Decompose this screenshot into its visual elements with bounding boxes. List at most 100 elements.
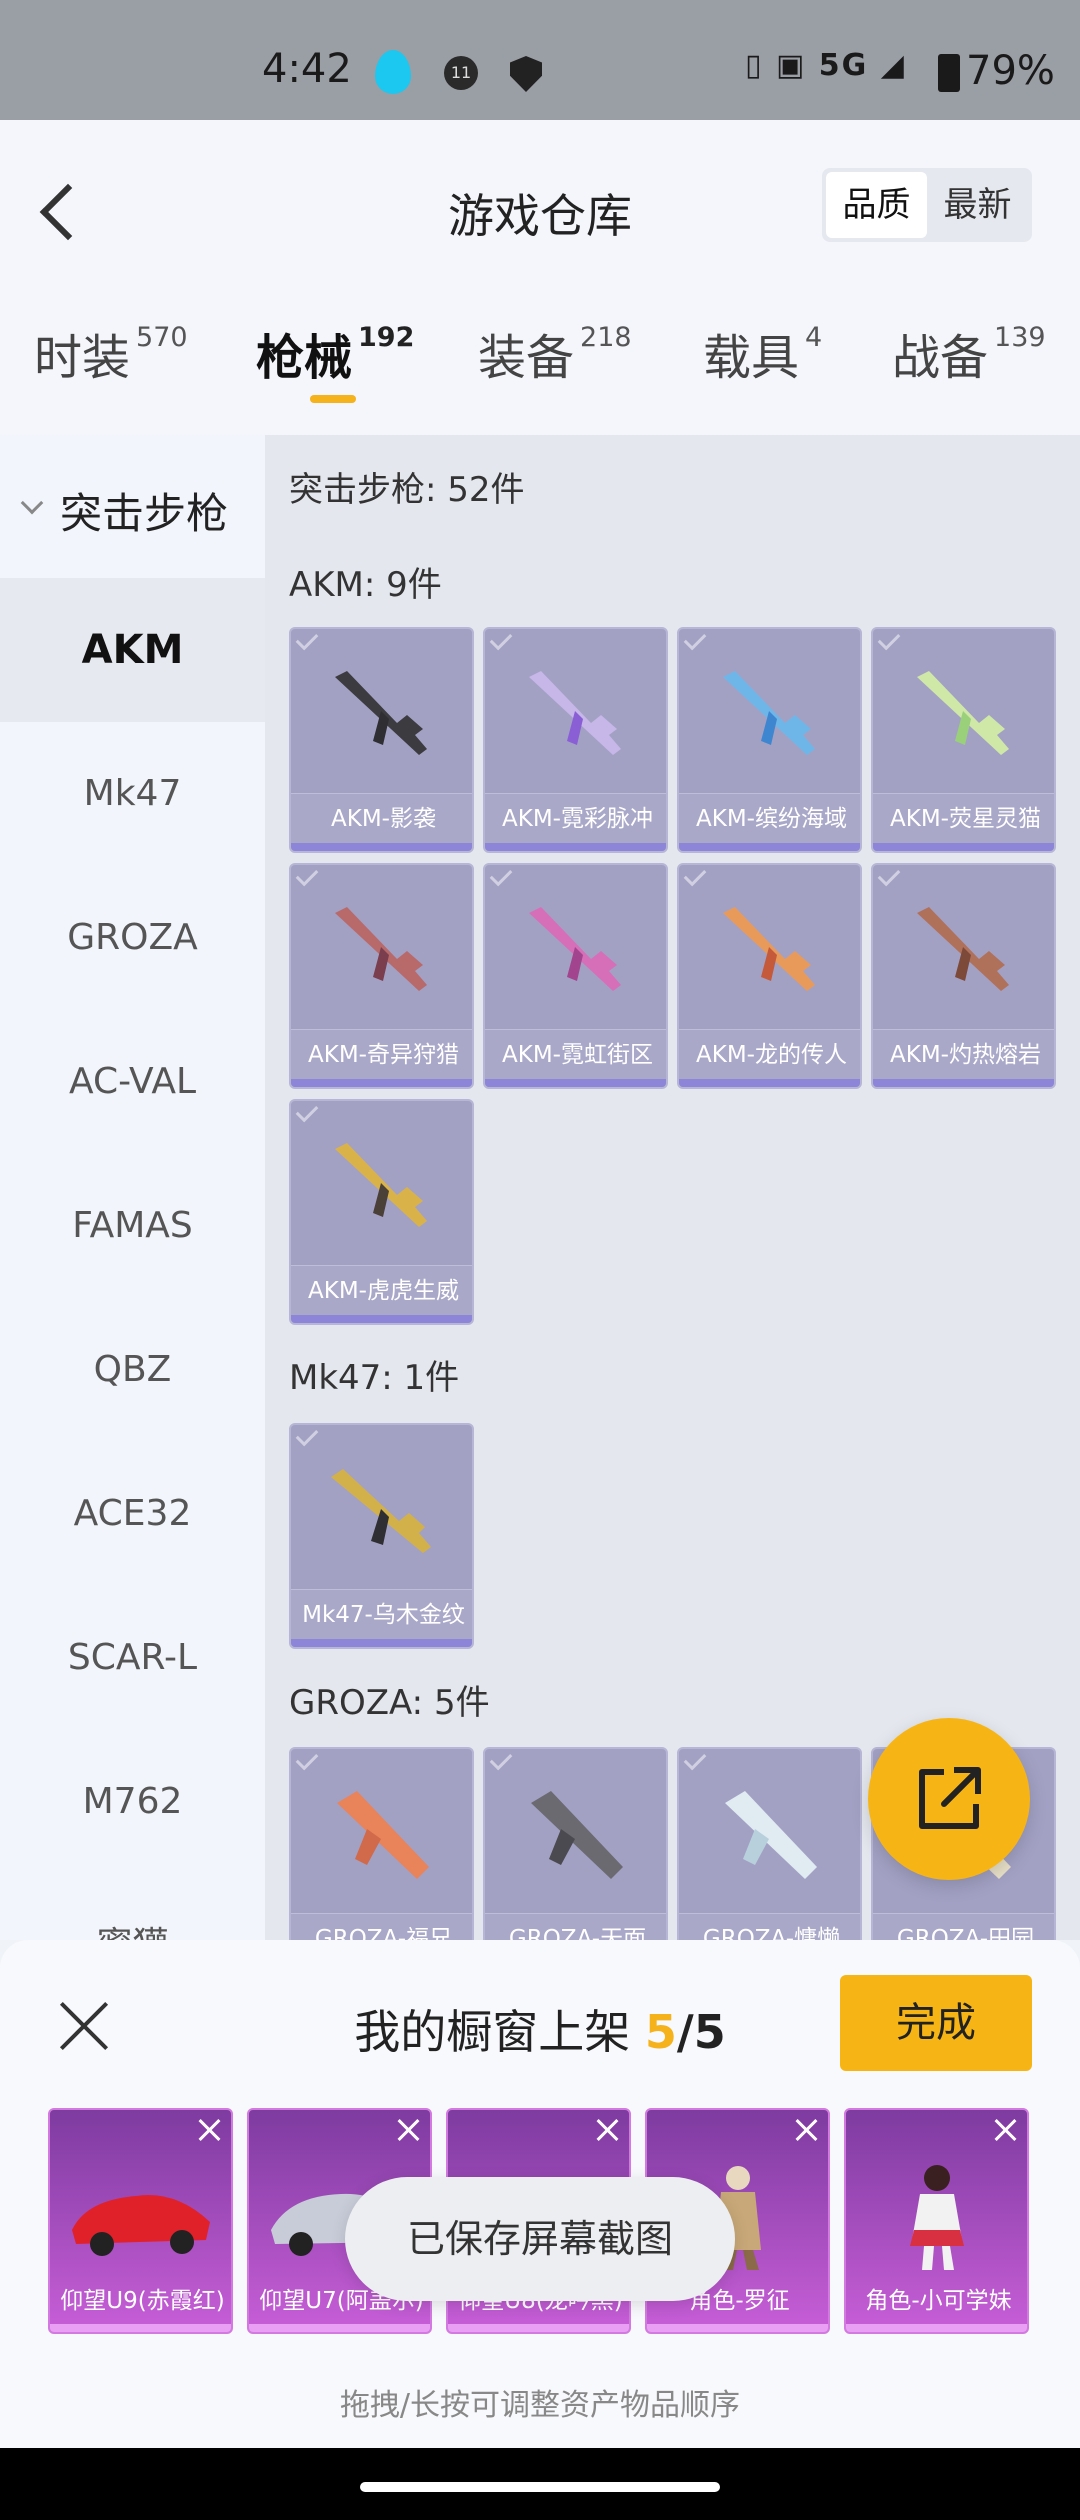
check-icon: [489, 865, 513, 887]
sidebar-item-qbz[interactable]: QBZ: [0, 1298, 265, 1442]
active-tab-indicator: [310, 395, 356, 403]
external-link-icon: [919, 1767, 981, 1829]
tab-count: 192: [358, 322, 415, 353]
done-button[interactable]: 完成: [840, 1975, 1032, 2071]
check-icon: [295, 1749, 319, 1771]
tab-label: 载具: [703, 330, 800, 386]
rifle-icon: [529, 671, 621, 755]
item-name: AKM-奇异狩猎: [291, 1029, 472, 1079]
remove-icon[interactable]: [790, 2114, 824, 2148]
rarity-bar: [485, 843, 666, 851]
tab-count: 139: [994, 322, 1046, 353]
sidebar-item-scar-l[interactable]: SCAR-L: [0, 1586, 265, 1730]
rarity-bar: [291, 1079, 472, 1087]
item-card[interactable]: AKM-霓彩脉冲: [483, 627, 668, 853]
sidebar-group-label: 突击步枪: [60, 489, 229, 538]
rifle-icon: [723, 671, 815, 755]
tab-fashion[interactable]: 时装 570: [34, 318, 188, 388]
tab-count: 570: [136, 322, 188, 353]
item-name: 角色-小可学妹: [865, 2288, 1012, 2314]
sidebar-item-ac-val[interactable]: AC-VAL: [0, 1010, 265, 1154]
tab-vehicles[interactable]: 载具 4: [703, 318, 822, 388]
remove-icon[interactable]: [392, 2114, 426, 2148]
rarity-bar: [50, 2324, 231, 2332]
rarity-bar: [679, 1079, 860, 1087]
check-icon: [877, 629, 901, 651]
check-icon: [295, 865, 319, 887]
sidebar-item-mk47[interactable]: Mk47: [0, 722, 265, 866]
tab-supplies[interactable]: 战备 139: [892, 318, 1046, 388]
sort-toggle: 品质 最新: [822, 168, 1032, 242]
network-indicator: ▯ ▣ 5G ◢: [745, 48, 906, 83]
item-name: GROZA-福兄: [291, 1913, 472, 1940]
item-card[interactable]: AKM-霓虹街区: [483, 863, 668, 1089]
rarity-bar: [485, 1079, 666, 1087]
item-card[interactable]: GROZA-福兄: [289, 1747, 474, 1940]
check-icon: [295, 1101, 319, 1123]
item-card[interactable]: Mk47-乌木金纹: [289, 1423, 474, 1649]
section-title-akm: AKM: 9件: [289, 565, 442, 605]
weapon-sidebar: 突击步枪 AKM Mk47 GROZA AC-VAL FAMAS QBZ ACE…: [0, 435, 265, 1940]
sidebar-item-groza[interactable]: GROZA: [0, 866, 265, 1010]
rifle-icon: [723, 907, 815, 991]
tab-equipment[interactable]: 装备 218: [478, 318, 632, 388]
rarity-bar: [846, 2324, 1027, 2332]
sidebar-item-famas[interactable]: FAMAS: [0, 1154, 265, 1298]
rarity-bar: [448, 2324, 629, 2332]
share-button[interactable]: [868, 1718, 1030, 1880]
item-card[interactable]: AKM-灼热熔岩: [871, 863, 1056, 1089]
network-type: 5G: [818, 48, 869, 83]
showcase-item[interactable]: 角色-小可学妹: [844, 2108, 1029, 2334]
sort-quality-button[interactable]: 品质: [826, 172, 927, 238]
remove-icon[interactable]: [193, 2114, 227, 2148]
item-card[interactable]: AKM-荧星灵猫: [871, 627, 1056, 853]
showcase-count: 5: [644, 2005, 677, 2059]
car-icon: [72, 2195, 210, 2256]
notification-badge: 11: [444, 56, 478, 90]
check-icon: [683, 629, 707, 651]
sidebar-item-m762[interactable]: M762: [0, 1730, 265, 1874]
rarity-bar: [873, 843, 1054, 851]
sidebar-item-ace32[interactable]: ACE32: [0, 1442, 265, 1586]
sidebar-group-assault-rifle[interactable]: 突击步枪: [0, 435, 265, 578]
rifle-icon: [335, 671, 427, 755]
battery-icon: [938, 54, 960, 92]
rifle-icon: [335, 907, 427, 991]
battery-percent: 79%: [966, 48, 1055, 94]
home-gesture-bar[interactable]: [360, 2482, 720, 2492]
tab-label: 战备: [892, 330, 989, 386]
item-card[interactable]: AKM-虎虎生威: [289, 1099, 474, 1325]
sort-newest-button[interactable]: 最新: [927, 172, 1028, 238]
rarity-bar: [647, 2324, 828, 2332]
rifle-icon: [917, 907, 1009, 991]
showcase-item[interactable]: 仰望U9(赤霞红): [48, 2108, 233, 2334]
item-card[interactable]: AKM-缤纷海域: [677, 627, 862, 853]
item-name: Mk47-乌木金纹: [291, 1589, 472, 1639]
rarity-bar: [679, 843, 860, 851]
check-icon: [489, 629, 513, 651]
sidebar-item-akm[interactable]: AKM: [0, 578, 265, 722]
item-card[interactable]: AKM-龙的传人: [677, 863, 862, 1089]
remove-icon[interactable]: [591, 2114, 625, 2148]
showcase-title-text: 我的橱窗上架: [354, 2005, 631, 2059]
remove-icon[interactable]: [989, 2114, 1023, 2148]
item-name: AKM-影袭: [291, 793, 472, 843]
tab-label: 装备: [478, 330, 575, 386]
rifle-icon: [337, 1791, 429, 1879]
check-icon: [683, 865, 707, 887]
item-card[interactable]: GROZA-天面: [483, 1747, 668, 1940]
screenshot-toast: 已保存屏幕截图: [345, 2177, 735, 2301]
item-card[interactable]: GROZA-慵懒: [677, 1747, 862, 1940]
check-icon: [877, 865, 901, 887]
app-header: 游戏仓库 品质 最新: [0, 120, 1080, 290]
chevron-down-icon: [20, 491, 44, 515]
rifle-icon: [335, 1143, 427, 1227]
rifle-icon: [917, 671, 1009, 755]
tab-guns[interactable]: 枪械 192: [256, 318, 414, 388]
sidebar-item-honey-badger[interactable]: 蜜獾: [0, 1874, 265, 1940]
section-title-mk47: Mk47: 1件: [289, 1358, 460, 1398]
item-card[interactable]: AKM-奇异狩猎: [289, 863, 474, 1089]
item-card[interactable]: AKM-影袭: [289, 627, 474, 853]
item-name: GROZA-慵懒: [679, 1913, 860, 1940]
item-name: AKM-龙的传人: [679, 1029, 860, 1079]
